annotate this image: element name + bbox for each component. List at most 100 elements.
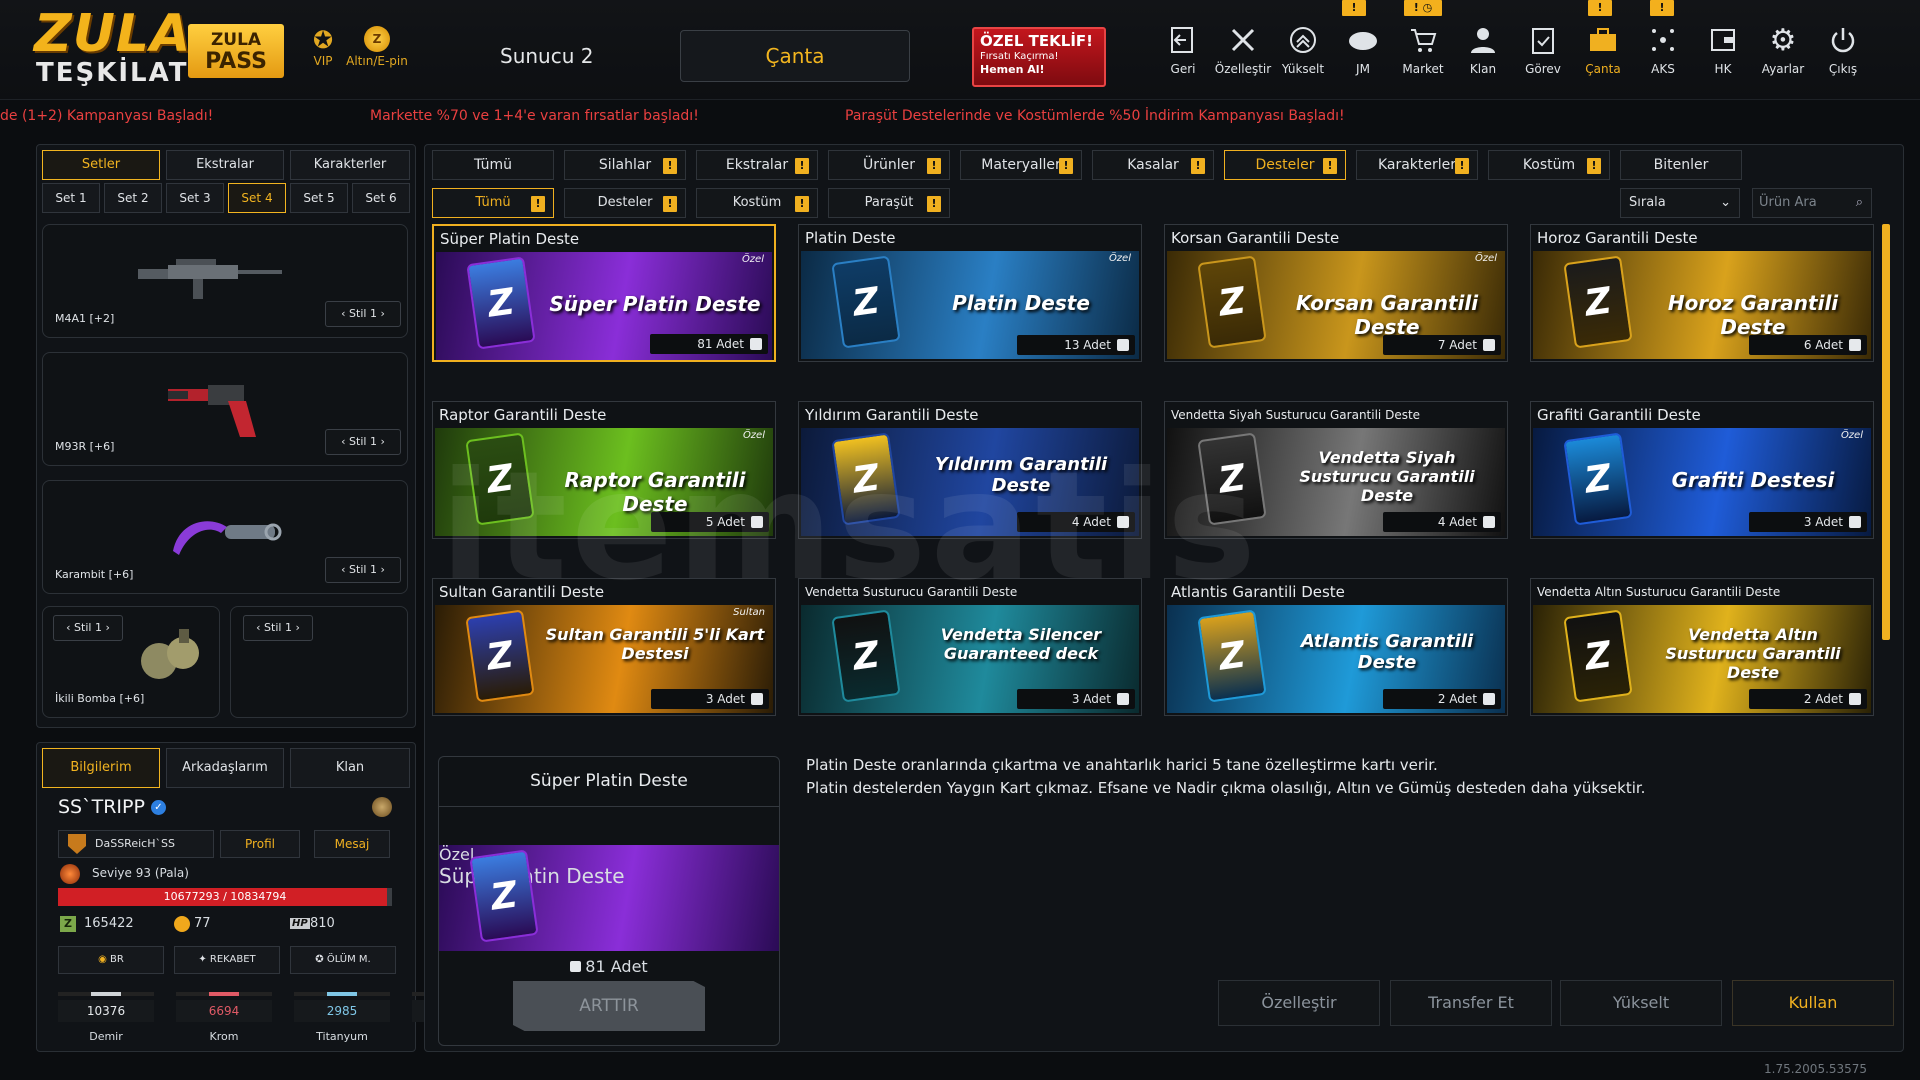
sort-dropdown[interactable]: Sırala ⌄ [1620,188,1740,218]
tab-friends[interactable]: Arkadaşlarım [166,748,284,788]
special-offer-button[interactable]: ÖZEL TEKLİF! Fırsatı Kaçırma! Hemen Al! [972,27,1106,87]
deck-card[interactable]: Yıldırım Garantili Deste Z Yıldırım Garant… [798,401,1142,539]
use-button[interactable]: Kullan [1732,980,1894,1026]
box-icon [1483,339,1495,351]
box-icon [1849,339,1861,351]
deck-card[interactable]: Vendetta Susturucu Garantili Deste Z Vende… [798,578,1142,716]
customize-button[interactable]: Özelleştir [1218,980,1380,1026]
mode-deathmatch-button[interactable]: ✪ ÖLÜM M. [290,946,396,974]
nav-settings[interactable]: ⚙ Ayarlar [1754,22,1812,77]
server-name[interactable]: Sunucu 2 [500,44,593,68]
zula-pass-button[interactable]: ZULA PASS [188,24,284,78]
sub-filter-tab[interactable]: Desteler! [564,188,686,218]
style-selector[interactable]: ‹ Stil 1 › [325,301,401,327]
filter-tab[interactable]: Tümü [432,150,554,180]
filter-tab[interactable]: Ekstralar! [696,150,818,180]
tab-sets[interactable]: Setler [42,150,160,180]
zula-logo[interactable]: ZULA TEŞKİLAT [34,8,190,92]
mode-ranked-button[interactable]: ✦ REKABET [174,946,280,974]
upgrade-button[interactable]: Yükselt [1560,980,1722,1026]
deck-tag: Özel [741,254,764,265]
tab-extras[interactable]: Ekstralar [166,150,284,180]
tab-characters[interactable]: Karakterler [290,150,410,180]
nav-market[interactable]: Market [1394,22,1452,76]
style-selector[interactable]: ‹ Stil 1 › [325,557,401,583]
nav-label: Klan [1469,62,1497,76]
nav-customize[interactable]: Özelleştir [1214,22,1272,76]
style-selector[interactable]: ‹ Stil 1 › [53,615,123,641]
nav-label: Görev [1525,62,1561,76]
set-2-button[interactable]: Set 2 [104,183,162,213]
deck-card[interactable]: Platin Deste Z Özel Platin Deste 13 Adet [798,224,1142,362]
weapon-slot-empty[interactable]: ‹ Stil 1 › [230,606,408,718]
deck-card[interactable]: Vendetta Siyah Susturucu Garantili Deste… [1164,401,1508,539]
filter-tab[interactable]: Materyaller! [960,150,1082,180]
sub-filter-tab[interactable]: Paraşüt! [828,188,950,218]
zcoin-icon: Z [60,916,76,932]
deck-art-title: Sultan Garantili 5'li Kart Destesi [545,625,765,663]
set-6-button[interactable]: Set 6 [352,183,410,213]
message-button[interactable]: Mesaj [314,830,390,858]
filter-tab[interactable]: Silahlar! [564,150,686,180]
logo-subtitle: TEŞKİLAT [36,58,189,88]
market-notification-badge: ! ◷ [1404,0,1442,16]
increase-button[interactable]: ARTTIR [513,981,705,1031]
weapon-slot-secondary[interactable]: ‹ Stil 1 › M93R [+6] [42,352,408,466]
new-item-icon: ! [795,196,809,212]
profile-button[interactable]: Profil [220,830,300,858]
nav-exit[interactable]: Çıkış [1814,22,1872,76]
gold-epin-button[interactable]: Z Altın/E-pin [340,26,414,68]
offer-subtitle: Fırsatı Kaçırma! [980,51,1059,62]
filter-tab[interactable]: Ürünler! [828,150,950,180]
tab-clan[interactable]: Klan [290,748,410,788]
set-1-button[interactable]: Set 1 [42,183,100,213]
deck-card[interactable]: Süper Platin Deste Z Özel Süper Platin Dest… [432,224,776,362]
search-input[interactable]: Ürün Ara ⌕ [1752,188,1872,218]
sub-filter-tab[interactable]: Kostüm! [696,188,818,218]
deck-card[interactable]: Vendetta Altın Susturucu Garantili Deste… [1530,578,1874,716]
new-item-icon: ! [795,158,809,174]
set-5-button[interactable]: Set 5 [290,183,348,213]
tab-my-info[interactable]: Bilgilerim [42,748,160,788]
deck-card-icon: Z [831,432,901,526]
transfer-button[interactable]: Transfer Et [1390,980,1552,1026]
material-value: 10376 [58,1000,154,1022]
set-3-button[interactable]: Set 3 [166,183,224,213]
deck-card-title: Grafiti Garantili Deste [1537,406,1701,424]
filter-tab[interactable]: Karakterler! [1356,150,1478,180]
deck-card[interactable]: Raptor Garantili Deste Z Özel Raptor Garant… [432,401,776,539]
nav-bag[interactable]: Çanta [1574,22,1632,76]
deck-card[interactable]: Horoz Garantili Deste Z Horoz Garantili De… [1530,224,1874,362]
deck-count-text: 13 Adet [1064,338,1111,352]
bag-button[interactable]: Çanta [680,30,910,82]
mode-br-button[interactable]: ◉ BR [58,946,164,974]
deck-card[interactable]: Grafiti Garantili Deste Z Özel Grafiti Dest… [1530,401,1874,539]
weapon-slot-grenade[interactable]: ‹ Stil 1 › İkili Bomba [+6] [42,606,220,718]
filter-tab[interactable]: Kostüm! [1488,150,1610,180]
deck-count-text: 4 Adet [1437,515,1477,529]
set-4-button[interactable]: Set 4 [228,183,286,213]
filter-tab[interactable]: Kasalar! [1092,150,1214,180]
deck-card[interactable]: Sultan Garantili Deste Z Sultan Sultan Gara… [432,578,776,716]
nav-jm[interactable]: JM [1334,22,1392,76]
weapon-slot-melee[interactable]: ‹ Stil 1 › Karambit [+6] [42,480,408,594]
deck-card[interactable]: Atlantis Garantili Deste Z Atlantis Garant… [1164,578,1508,716]
sort-label: Sırala [1629,195,1666,210]
nav-mission[interactable]: Görev [1514,22,1572,76]
sub-filter-tab[interactable]: Tümü! [432,188,554,218]
filter-tab[interactable]: Bitenler [1620,150,1742,180]
nav-upgrade[interactable]: Yükselt [1274,22,1332,76]
deck-count: 3 Adet [1749,512,1867,532]
nav-back[interactable]: Geri [1154,22,1212,76]
scrollbar[interactable] [1882,224,1890,640]
weapon-slot-primary[interactable]: ‹ Stil 1 › M4A1 [+2] [42,224,408,338]
filter-tab[interactable]: Desteler! [1224,150,1346,180]
nav-hk[interactable]: HK [1694,22,1752,76]
nav-aks[interactable]: AKS [1634,22,1692,76]
nav-clan[interactable]: Klan [1454,22,1512,76]
style-selector[interactable]: ‹ Stil 1 › [325,429,401,455]
deck-card-title: Sultan Garantili Deste [439,583,605,601]
deck-card[interactable]: Korsan Garantili Deste Z Özel Korsan Garant… [1164,224,1508,362]
style-selector[interactable]: ‹ Stil 1 › [243,615,313,641]
offer-cta: Hemen Al! [980,63,1045,76]
